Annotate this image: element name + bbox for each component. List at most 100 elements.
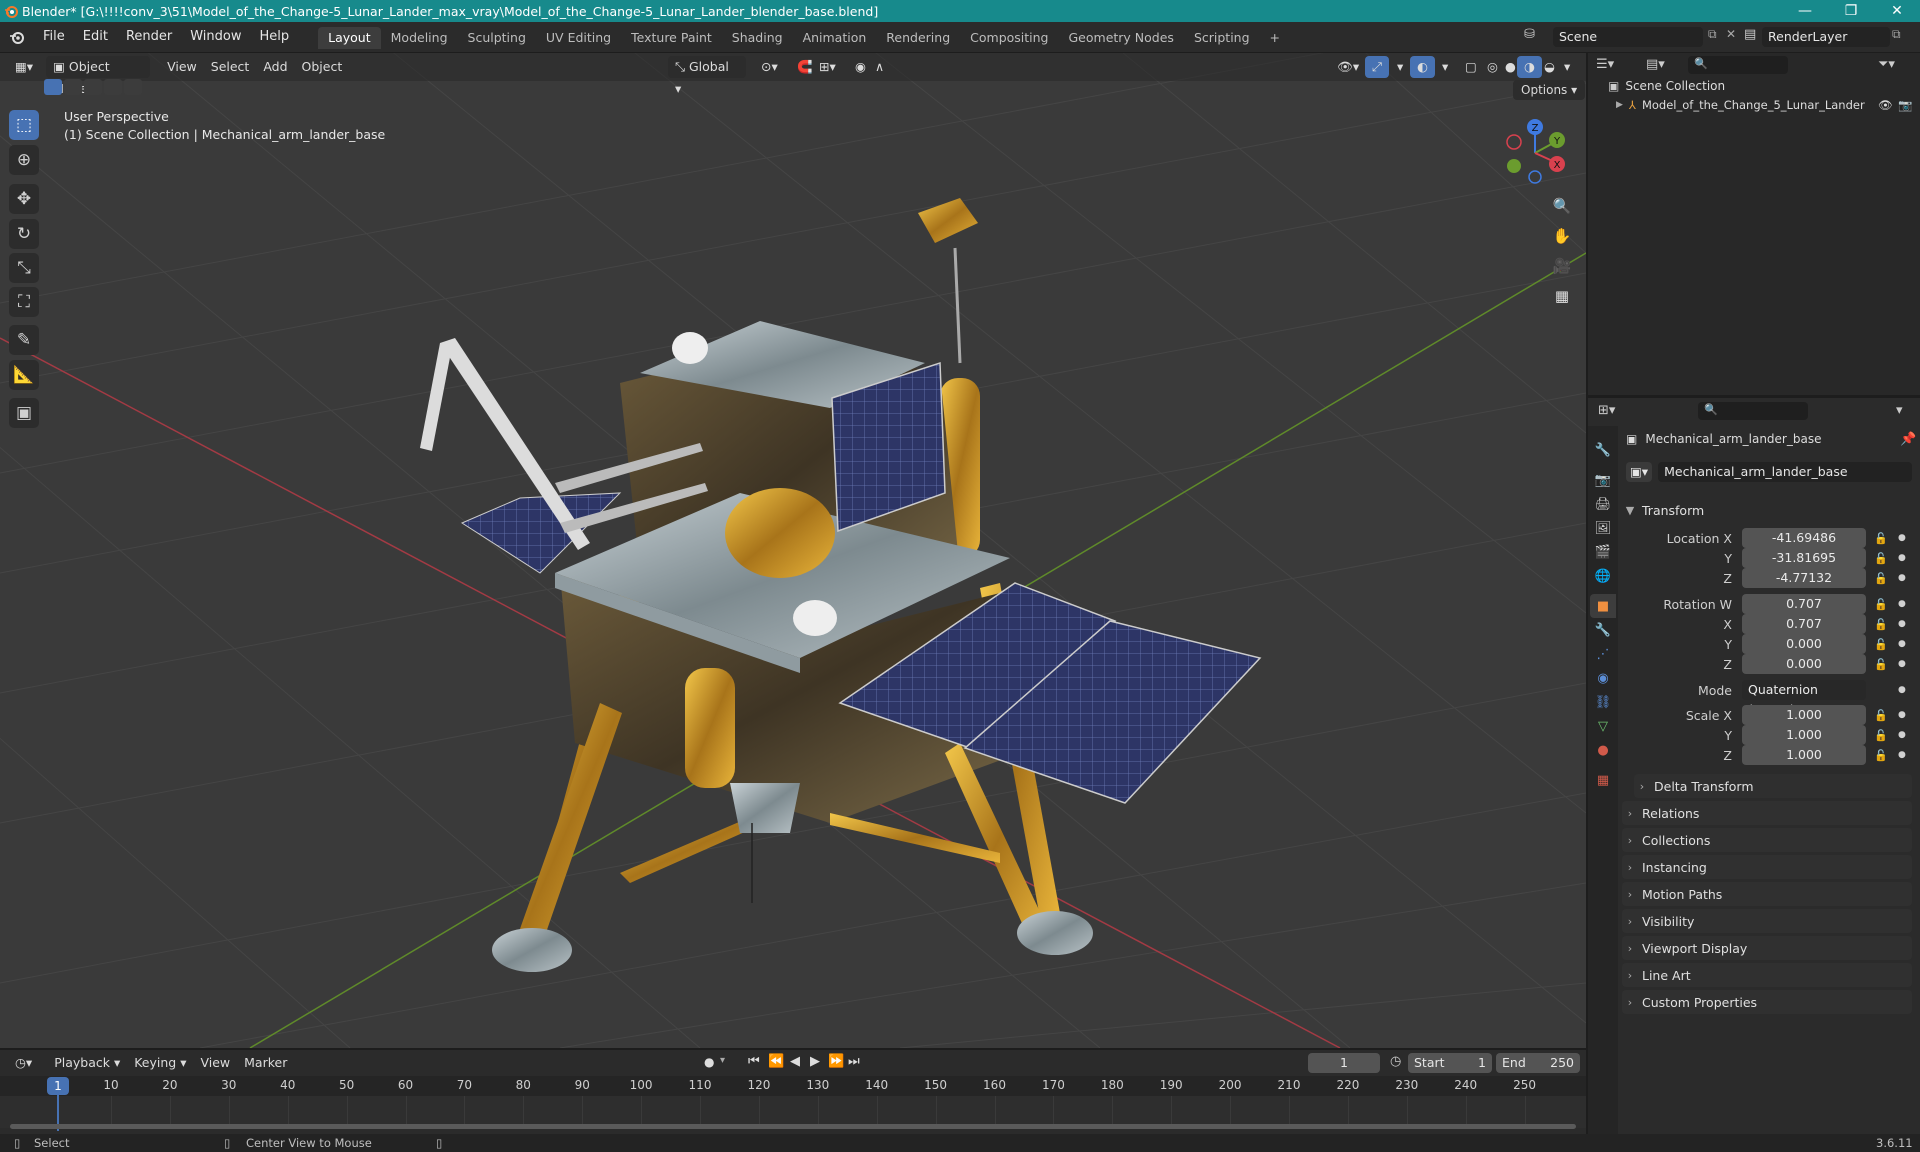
tab-texture-paint[interactable]: Texture Paint [621,27,722,49]
panel-custom-properties[interactable]: › Custom Properties [1622,990,1912,1014]
transform-tool[interactable]: ⛶ [9,287,39,317]
blender-menu-icon[interactable] [0,29,34,45]
camera-view-icon[interactable]: 🎥 [1548,252,1576,280]
menu-timeline-view[interactable]: View [193,1052,237,1074]
select-extend-icon[interactable] [64,79,82,95]
eye-icon[interactable]: 👁 [1878,98,1893,112]
menu-keying[interactable]: Keying ▾ [127,1052,193,1074]
play-icon[interactable]: ▶ [810,1054,820,1069]
gizmo-dropdown-icon[interactable]: ▾ [1390,56,1410,78]
lock-icon[interactable]: 🔓 [1874,749,1888,762]
location-z-field[interactable]: -4.77132 [1742,568,1866,588]
select-invert-icon[interactable] [104,79,122,95]
new-view-layer-icon[interactable]: ⧉ [1892,27,1901,42]
panel-viewport-display[interactable]: › Viewport Display [1622,936,1912,960]
select-box-tool[interactable]: ⬚ [9,110,39,140]
data-tab-icon[interactable]: ▽ [1590,714,1616,738]
timeline-editor-icon[interactable]: ◷▾ [8,1052,39,1074]
keyframe-dot-icon[interactable]: ● [1898,685,1906,695]
tab-animation[interactable]: Animation [793,27,877,49]
annotate-tool[interactable]: ✎ [9,325,39,355]
rotation-y-field[interactable]: 0.000 [1742,634,1866,654]
scene-name-field[interactable]: Scene [1553,27,1703,47]
menu-render[interactable]: Render [117,22,181,52]
keyframe-dot-icon[interactable]: ● [1898,599,1906,609]
modifier-tab-icon[interactable]: 🔧 [1590,618,1616,642]
tab-rendering[interactable]: Rendering [876,27,960,49]
physics-tab-icon[interactable]: ◉ [1590,666,1616,690]
keyframe-dot-icon[interactable]: ● [1898,710,1906,720]
properties-search-input[interactable]: 🔍 [1698,402,1808,420]
overlay-toggle-icon[interactable]: ◐ [1410,56,1435,78]
keyframe-dot-icon[interactable]: ● [1898,639,1906,649]
measure-tool[interactable]: 📐 [9,360,39,390]
select-intersect-icon[interactable] [124,79,142,95]
material-tab-icon[interactable]: ● [1590,738,1616,762]
jump-start-icon[interactable]: ⏮ [748,1054,760,1069]
properties-editor-icon[interactable]: ⊞▾ [1598,403,1615,418]
visibility-icon[interactable]: 👁▾ [1330,56,1366,78]
keyframe-dot-icon[interactable]: ● [1898,750,1906,760]
view-layer-tab-icon[interactable]: 🖼 [1590,516,1616,540]
gizmo-toggle-icon[interactable]: ⤢ [1365,56,1390,78]
perspective-toggle-icon[interactable]: ▦ [1548,282,1576,310]
select-subtract-icon[interactable] [84,79,102,95]
object-name-field[interactable]: Mechanical_arm_lander_base [1658,462,1912,482]
menu-add[interactable]: Add [256,56,294,78]
delta-transform-subpanel[interactable]: › Delta Transform [1634,774,1912,798]
start-frame-field[interactable]: Start 1 [1408,1053,1492,1073]
zoom-icon[interactable]: 🔍 [1548,192,1576,220]
scene-tab-icon[interactable]: 🎬 [1590,540,1616,564]
transform-orientation-dropdown[interactable]: ⤡ Global ▾ [668,56,746,96]
output-tab-icon[interactable]: 🖨 [1590,492,1616,516]
tab-modeling[interactable]: Modeling [381,27,458,49]
keyframe-dot-icon[interactable]: ● [1898,573,1906,583]
panel-visibility[interactable]: › Visibility [1622,909,1912,933]
menu-file[interactable]: File [34,22,74,52]
scale-z-field[interactable]: 1.000 [1742,745,1866,765]
select-new-icon[interactable] [44,79,62,95]
menu-edit[interactable]: Edit [74,22,117,52]
panel-line-art[interactable]: › Line Art [1622,963,1912,987]
tab-compositing[interactable]: Compositing [960,27,1058,49]
lock-icon[interactable]: 🔓 [1874,572,1888,585]
maximize-button[interactable]: ❐ [1828,0,1874,22]
scale-tool[interactable]: ⤡ [9,253,39,283]
location-y-field[interactable]: -31.81695 [1742,548,1866,568]
view-layer-field[interactable]: RenderLayer [1762,27,1890,47]
rotation-mode-dropdown[interactable]: Quaternion (WXYZ)▾ [1742,680,1866,717]
lock-icon[interactable]: 🔓 [1874,552,1888,565]
properties-options-icon[interactable]: ▾ [1896,403,1903,418]
lock-icon[interactable]: 🔓 [1874,658,1888,671]
minimize-button[interactable]: — [1782,0,1828,22]
lock-icon[interactable]: 🔓 [1874,598,1888,611]
prev-keyframe-icon[interactable]: ⏪ [768,1054,784,1069]
preview-range-icon[interactable]: ◷ [1390,1054,1401,1069]
end-frame-field[interactable]: End 250 [1496,1053,1580,1073]
transform-panel-header[interactable]: ▼ Transform [1622,498,1912,522]
filter-icon[interactable]: ⏷▾ [1878,57,1895,72]
pivot-point-icon[interactable]: ⊙▾ [754,56,785,78]
rotation-z-field[interactable]: 0.000 [1742,654,1866,674]
lock-icon[interactable]: 🔓 [1874,709,1888,722]
keyframe-dot-icon[interactable]: ● [1898,659,1906,669]
tool-tab-icon[interactable]: 🔧 [1590,438,1616,462]
render-camera-icon[interactable]: 📷 [1898,98,1912,112]
view-layer-icon[interactable]: ▤ [1744,27,1756,42]
pin-icon[interactable]: 📌 [1900,432,1916,447]
move-tool[interactable]: ✥ [9,184,39,214]
keyframe-dot-icon[interactable]: ● [1898,553,1906,563]
menu-window[interactable]: Window [181,22,250,52]
object-tab-icon[interactable]: ■ [1590,594,1616,618]
tab-sculpting[interactable]: Sculpting [458,27,536,49]
expand-arrow-icon[interactable]: ▶ [1616,100,1623,110]
timeline-scrollbar[interactable] [10,1124,1576,1129]
keyframe-dot-icon[interactable]: ● [1898,730,1906,740]
overlay-dropdown-icon[interactable]: ▾ [1435,56,1455,78]
keyframe-dot-icon[interactable]: ● [1898,619,1906,629]
add-cube-tool[interactable]: ▣ [9,398,39,428]
editor-type-icon[interactable]: ▦▾ [8,56,40,78]
new-scene-icon[interactable]: ⧉ [1708,27,1717,42]
texture-tab-icon[interactable]: ▦ [1590,768,1616,792]
pan-hand-icon[interactable]: ✋ [1548,222,1576,250]
